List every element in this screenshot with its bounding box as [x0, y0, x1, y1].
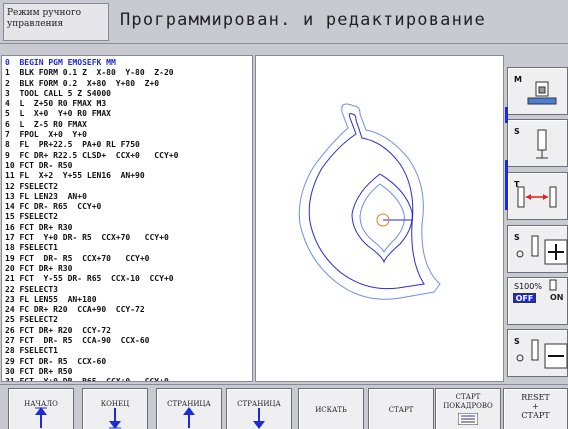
program-line[interactable]: 21 FCT Y-55 DR- R65 CCX-10 CCY+0: [5, 274, 252, 284]
softkey-s-spindle-minus[interactable]: S: [507, 329, 568, 377]
machine-icon: [527, 81, 557, 105]
program-line[interactable]: 25 FSELECT2: [5, 315, 252, 325]
program-line[interactable]: 20 FCT DR+ R30: [5, 264, 252, 274]
start-label: СТАРТ: [388, 406, 414, 414]
program-line[interactable]: 13 FL LEN23 AN+0: [5, 192, 252, 202]
spindle-plus-icon: [516, 235, 568, 265]
reset-start-button[interactable]: RESET + СТАРТ: [503, 388, 568, 429]
program-lines: 0 BEGIN PGM EMOSEFK MM 1 BLK FORM 0.1 Z X…: [2, 56, 252, 381]
program-line[interactable]: 14 FC DR- R65 CCY+0: [5, 202, 252, 212]
program-line[interactable]: 28 FSELECT1: [5, 346, 252, 356]
softkey-spindle-override[interactable]: S100% OFF ON: [507, 277, 568, 325]
arrow-up-icon: [183, 407, 195, 428]
start-block-button[interactable]: СТАРТ ПОКАДРОВО: [435, 388, 501, 429]
start-button[interactable]: СТАРТ: [368, 388, 434, 429]
header-bar: Режим ручного управления Программирован.…: [0, 0, 568, 44]
program-line[interactable]: 11 FL X+2 Y+55 LEN16 AN+90: [5, 171, 252, 181]
mode-label: Режим ручного управления: [3, 3, 109, 41]
program-line[interactable]: 18 FSELECT1: [5, 243, 252, 253]
program-line[interactable]: 31 FCT Y+0 DR- R65 CCX+0 CCY+0: [5, 377, 252, 381]
inner-offset-contour: [359, 183, 405, 254]
end-button[interactable]: КОНЕЦ: [82, 388, 148, 429]
start-block-label: СТАРТ ПОКАДРОВО: [443, 393, 493, 410]
program-line[interactable]: 29 FCT DR- R5 CCX-60: [5, 357, 252, 367]
off-toggle[interactable]: OFF: [513, 293, 536, 303]
softkey-t-tool[interactable]: T: [507, 172, 568, 220]
program-listing[interactable]: 0 BEGIN PGM EMOSEFK MM 1 BLK FORM 0.1 Z X…: [1, 55, 253, 382]
spindle-icon: [536, 129, 548, 159]
program-line[interactable]: 8 FL PR+22.5 PA+0 RL F750: [5, 140, 252, 150]
contour-graphic: [255, 55, 504, 382]
page-title: Программирован. и редактирование: [120, 10, 486, 30]
block-list-icon: [458, 413, 478, 425]
program-line[interactable]: 6 L Z-5 R0 FMAX: [5, 120, 252, 130]
program-line[interactable]: 2 BLK FORM 0.2 X+80 Y+80 Z+0: [5, 79, 252, 89]
program-contour: [308, 113, 425, 290]
softkey-m-function[interactable]: M: [507, 67, 568, 115]
program-line[interactable]: 3 TOOL CALL 5 Z S4000: [5, 89, 252, 99]
vertical-softkeys: M S T S S100% OFF ON S: [505, 55, 568, 382]
program-line[interactable]: 23 FL LEN55 AN+180: [5, 295, 252, 305]
begin-button[interactable]: НАЧАЛО: [8, 388, 74, 429]
program-line[interactable]: 16 FCT DR+ R30: [5, 223, 252, 233]
program-line[interactable]: 26 FCT DR+ R20 CCY-72: [5, 326, 252, 336]
program-line[interactable]: 4 L Z+50 R0 FMAX M3: [5, 99, 252, 109]
softkey-s-spindle-plus[interactable]: S: [507, 225, 568, 273]
contour-drawing: [298, 103, 441, 300]
tool-change-icon: [517, 186, 557, 208]
outer-offset-contour: [298, 103, 441, 300]
page-down-button[interactable]: СТРАНИЦА: [226, 388, 292, 429]
program-line[interactable]: 30 FCT DR+ R50: [5, 367, 252, 377]
program-line[interactable]: 0 BEGIN PGM EMOSEFK MM: [5, 58, 252, 68]
program-line[interactable]: 1 BLK FORM 0.1 Z X-80 Y-80 Z-20: [5, 68, 252, 78]
program-line[interactable]: 19 FCT DR- R5 CCX+70 CCY+0: [5, 254, 252, 264]
program-line[interactable]: 27 FCT DR- R5 CCA-90 CCX-60: [5, 336, 252, 346]
active-indicator: [505, 107, 508, 123]
program-line[interactable]: 7 FPOL X+0 Y+0: [5, 130, 252, 140]
active-indicator: [505, 160, 508, 210]
search-label: ИСКАТЬ: [315, 406, 347, 414]
program-line[interactable]: 22 FSELECT3: [5, 285, 252, 295]
program-line[interactable]: 17 FCT Y+0 DR- R5 CCX+70 CCY+0: [5, 233, 252, 243]
arrow-up-icon: [35, 407, 47, 428]
program-line[interactable]: 15 FSELECT2: [5, 212, 252, 222]
reset-start-label: RESET + СТАРТ: [521, 393, 550, 420]
arrow-down-icon: [109, 408, 121, 429]
program-line[interactable]: 9 FC DR+ R22.5 CLSD+ CCX+0 CCY+0: [5, 151, 252, 161]
page-up-button[interactable]: СТРАНИЦА: [156, 388, 222, 429]
arrow-down-icon: [253, 408, 265, 429]
horizontal-softkeys: НАЧАЛО КОНЕЦ СТРАНИЦА СТРАНИЦА ИСКАТЬ СТ…: [0, 384, 568, 429]
program-line[interactable]: 24 FC DR+ R20 CCA+90 CCY-72: [5, 305, 252, 315]
search-button[interactable]: ИСКАТЬ: [298, 388, 364, 429]
on-toggle[interactable]: ON: [550, 293, 568, 303]
program-line[interactable]: 5 L X+0 Y+0 R0 FMAX: [5, 109, 252, 119]
softkey-s-spindle[interactable]: S: [507, 119, 568, 167]
spindle-minus-icon: [516, 339, 568, 369]
program-line[interactable]: 10 FCT DR- R50: [5, 161, 252, 171]
program-line[interactable]: 12 FSELECT2: [5, 182, 252, 192]
